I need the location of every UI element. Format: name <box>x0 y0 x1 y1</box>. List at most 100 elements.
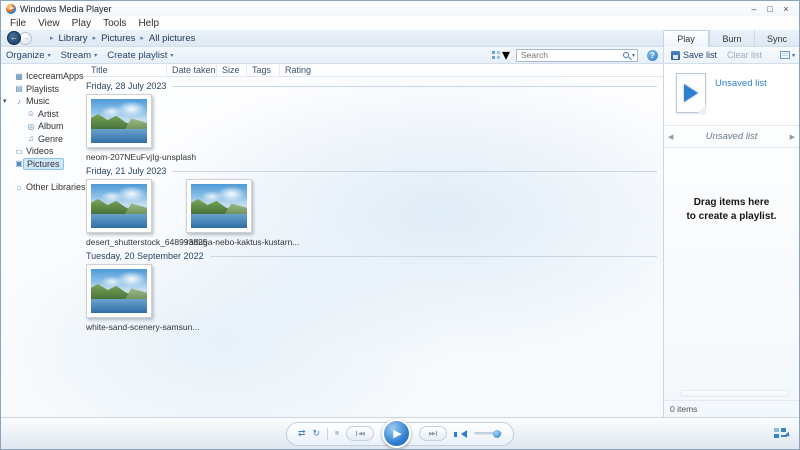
tree-expanded-icon[interactable]: ▾ <box>3 97 7 105</box>
search-input[interactable] <box>521 50 623 60</box>
previous-button[interactable]: ◀◀ <box>346 426 374 441</box>
maximize-button[interactable]: □ <box>762 4 778 14</box>
minimize-button[interactable]: – <box>746 4 762 14</box>
mute-button[interactable] <box>453 429 467 438</box>
column-title[interactable]: Title <box>81 65 166 76</box>
unsaved-list-header: Unsaved list <box>664 64 799 126</box>
sidebar-item-genre[interactable]: ♫ Genre <box>1 133 81 146</box>
menu-help[interactable]: Help <box>132 18 165 29</box>
breadcrumb-all-pictures[interactable]: All pictures <box>148 33 196 44</box>
date-group-header[interactable]: Friday, 28 July 2023 <box>81 80 663 92</box>
playlist-title-bar: ◀ Unsaved list ▶ <box>664 126 799 148</box>
date-group: Tuesday, 20 September 2022 white-sand-sc… <box>81 250 663 332</box>
back-button[interactable]: ← <box>7 31 21 45</box>
breadcrumb-pictures[interactable]: Pictures <box>100 33 136 44</box>
music-icon: ♪ <box>17 96 21 106</box>
playlists-icon: ▤ <box>15 84 23 94</box>
help-icon[interactable]: ? <box>647 49 658 61</box>
breadcrumb-library[interactable]: Library <box>58 33 89 44</box>
picture-thumbnail[interactable] <box>186 179 252 233</box>
view-options-button[interactable]: ▾ <box>491 45 510 65</box>
toolbar: Organize ▾ Stream ▾ Create playlist ▾ ▾ … <box>1 47 799 64</box>
play-button[interactable]: ▶ <box>381 419 411 448</box>
picture-item[interactable]: neom-207NEuFvjIg-unsplash <box>86 94 197 162</box>
playlist-title: Unsaved list <box>705 131 758 142</box>
breadcrumb-arrow-icon: ▸ <box>140 35 144 42</box>
repeat-button[interactable]: ↻ <box>313 428 321 439</box>
next-bar-icon <box>435 431 437 436</box>
menu-play[interactable]: Play <box>66 18 97 29</box>
picture-filename: raduga-nebo-kaktus-kustarn... <box>186 237 300 247</box>
volume-knob[interactable] <box>492 429 501 438</box>
sidebar-item-pictures[interactable]: ▣ Pictures <box>1 157 81 171</box>
picture-item[interactable]: raduga-nebo-kaktus-kustarn... <box>186 179 300 247</box>
videos-icon: ▭ <box>15 146 23 156</box>
next-button[interactable]: ▶▶ <box>418 426 447 441</box>
tab-sync[interactable]: Sync <box>754 30 799 47</box>
sidebar-item-album[interactable]: ◎ Album <box>1 120 81 133</box>
playlist-drop-zone[interactable]: Drag items here to create a playlist. <box>664 148 799 390</box>
save-icon <box>671 50 680 60</box>
picture-thumbnail[interactable] <box>86 179 152 233</box>
date-group-header[interactable]: Tuesday, 20 September 2022 <box>81 250 663 262</box>
picture-item[interactable]: white-sand-scenery-samsun... <box>86 264 200 332</box>
next-list-icon[interactable]: ▶ <box>786 133 799 141</box>
chevron-down-icon: ▾ <box>94 52 98 59</box>
next-icon: ▶▶ <box>429 430 436 437</box>
column-date-taken[interactable]: Date taken <box>166 64 216 76</box>
drag-hint-line2: to create a playlist. <box>686 211 777 222</box>
tab-burn[interactable]: Burn <box>709 30 754 47</box>
date-group: Friday, 21 July 2023 desert_shutterstock… <box>81 165 663 247</box>
panel-scrollbar[interactable] <box>680 390 789 397</box>
save-list-button[interactable]: Save list <box>683 50 717 60</box>
unsaved-list-title[interactable]: Unsaved list <box>715 78 767 125</box>
volume-slider[interactable] <box>473 429 502 438</box>
column-size[interactable]: Size <box>216 64 246 76</box>
sidebar-item-playlists[interactable]: ▤ Playlists <box>1 83 81 96</box>
column-tags[interactable]: Tags <box>246 64 279 76</box>
sidebar-item-user-library[interactable]: ▦ IcecreamApps <box>1 70 83 83</box>
close-button[interactable]: × <box>778 4 794 14</box>
playlist-status: 0 items <box>664 400 799 417</box>
search-icon[interactable] <box>622 52 629 58</box>
sidebar-item-other-libraries[interactable]: ⌂ Other Libraries <box>1 181 86 194</box>
date-group-header[interactable]: Friday, 21 July 2023 <box>81 165 663 177</box>
sidebar-item-artist[interactable]: ☺ Artist <box>1 108 81 121</box>
sidebar-item-music[interactable]: ▾ ♪ Music <box>1 95 81 108</box>
playlist-panel-header: Save list Clear list ▾ <box>663 47 799 63</box>
unsaved-list-icon <box>676 73 706 113</box>
wmp-window: Windows Media Player – □ × File View Pla… <box>0 0 800 450</box>
create-playlist-button[interactable]: Create playlist ▾ <box>102 50 178 61</box>
column-headers: Title Date taken Size Tags Rating <box>81 64 663 77</box>
column-rating[interactable]: Rating <box>279 64 324 76</box>
chevron-down-icon[interactable]: ▾ <box>632 52 635 59</box>
clear-list-button[interactable]: Clear list <box>727 50 762 60</box>
picture-thumbnail[interactable] <box>86 264 152 318</box>
picture-filename: white-sand-scenery-samsun... <box>86 322 200 332</box>
stream-button[interactable]: Stream ▾ <box>56 50 103 61</box>
picture-thumbnail[interactable] <box>86 94 152 148</box>
picture-filename: neom-207NEuFvjIg-unsplash <box>86 152 197 162</box>
playlist-panel: Unsaved list ◀ Unsaved list ▶ Drag items… <box>663 64 799 417</box>
previous-bar-icon <box>356 431 358 436</box>
artist-icon: ☺ <box>26 109 36 119</box>
chevron-down-icon: ▾ <box>501 47 510 64</box>
window-title: Windows Media Player <box>20 3 112 14</box>
tab-play[interactable]: Play <box>663 30 709 47</box>
view-grid-icon <box>491 51 500 59</box>
menu-view[interactable]: View <box>32 18 66 29</box>
breadcrumb-arrow-icon: ▸ <box>50 35 54 42</box>
list-options-icon <box>779 51 790 59</box>
breadcrumb: ▸ Library ▸ Pictures ▸ All pictures <box>46 33 196 44</box>
organize-button[interactable]: Organize ▾ <box>1 50 56 61</box>
menu-file[interactable]: File <box>4 18 32 29</box>
switch-to-now-playing-button[interactable] <box>774 428 792 440</box>
prev-list-icon[interactable]: ◀ <box>664 133 677 141</box>
list-options-button[interactable]: ▾ <box>779 51 795 59</box>
shuffle-button[interactable]: ⇄ <box>298 428 306 439</box>
picture-list: Title Date taken Size Tags Rating Friday… <box>81 64 663 417</box>
stop-button[interactable]: ■ <box>335 430 339 437</box>
sidebar-item-videos[interactable]: ▭ Videos <box>1 145 81 158</box>
picture-item[interactable]: desert_shutterstock_648993825 <box>86 179 207 247</box>
menu-tools[interactable]: Tools <box>97 18 132 29</box>
